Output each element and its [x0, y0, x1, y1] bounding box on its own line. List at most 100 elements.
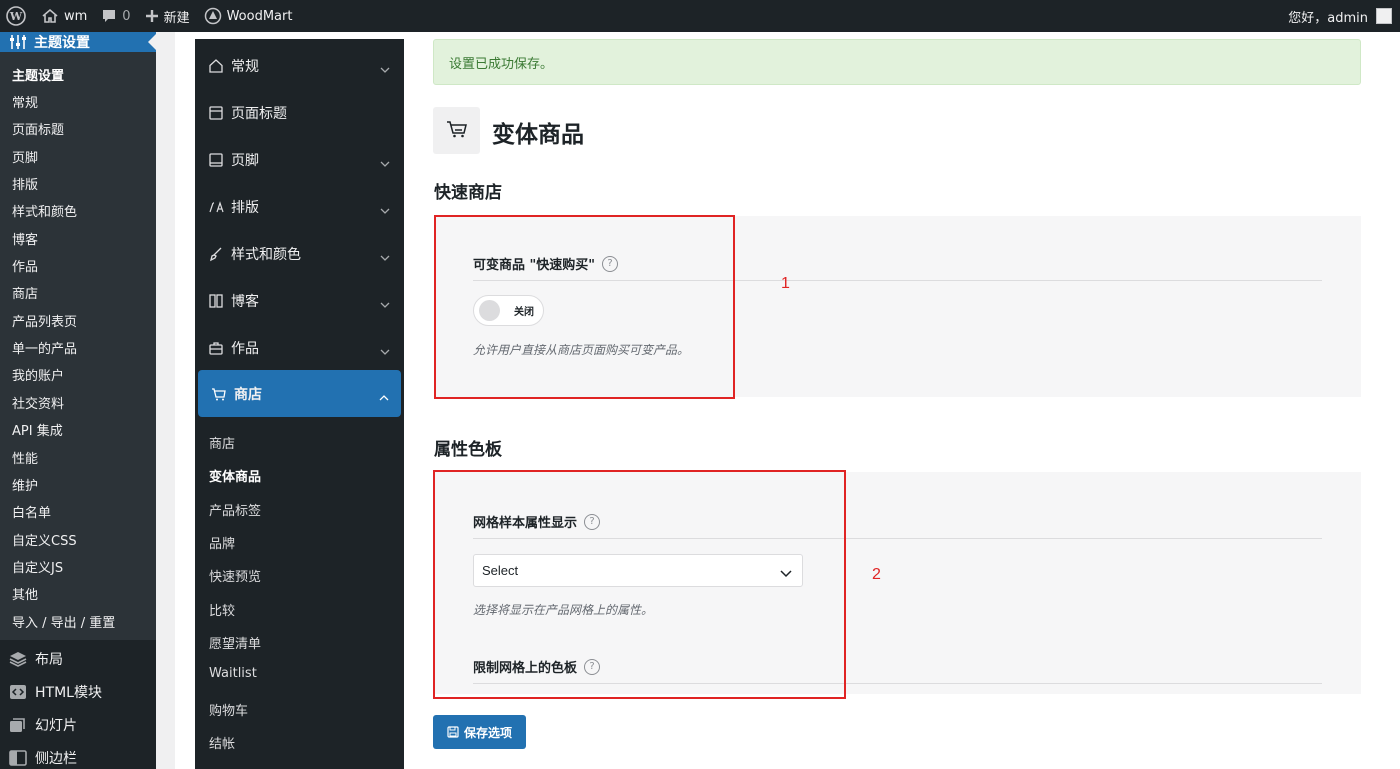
shop-sub-item[interactable]: 购物车: [209, 700, 248, 719]
menu-item-slides[interactable]: 幻灯片: [0, 710, 156, 740]
page-title-icon-box: [433, 107, 480, 154]
submenu-item[interactable]: 白名单: [12, 502, 51, 521]
opt-item-styles-colors[interactable]: 样式和颜色: [195, 230, 404, 277]
menu-current-label: 主题设置: [34, 35, 90, 51]
woodmart-label: WoodMart: [226, 8, 293, 24]
page-title-icon: [208, 105, 224, 121]
new-content-link[interactable]: 新建: [138, 0, 197, 32]
sidebar-icon: [9, 749, 27, 767]
shop-sub-item[interactable]: 产品标签: [209, 500, 261, 519]
opt-item-label: 页脚: [231, 152, 259, 169]
comments-link[interactable]: 0: [94, 0, 137, 32]
opt-item-footer[interactable]: 页脚: [195, 136, 404, 183]
cart-icon: [446, 119, 468, 143]
woodmart-link[interactable]: WoodMart: [197, 0, 300, 32]
opt-item-typography[interactable]: 排版: [195, 183, 404, 230]
wp-submenu: 主题设置 常规 页面标题 页脚 排版 样式和颜色 博客 作品 商店 产品列表页 …: [0, 52, 156, 640]
menu-item-label: 侧边栏: [35, 751, 77, 767]
plus-icon: [145, 9, 159, 23]
comments-count: 0: [122, 8, 131, 24]
submenu-item[interactable]: API 集成: [12, 420, 63, 439]
menu-item-sidebars[interactable]: 侧边栏: [0, 743, 156, 769]
shop-sub-item[interactable]: Waitlist: [209, 666, 257, 681]
submenu-item[interactable]: 主题设置: [12, 65, 64, 84]
typography-icon: [208, 199, 224, 215]
menu-item-label: HTML模块: [35, 685, 102, 701]
submenu-item[interactable]: 导入 / 导出 / 重置: [12, 612, 115, 631]
chevron-up-icon: [379, 389, 389, 405]
annotation-label-1: 1: [781, 275, 790, 292]
layers-icon: [9, 650, 27, 668]
submenu-item[interactable]: 产品列表页: [12, 311, 77, 330]
menu-theme-settings[interactable]: 主题设置: [0, 32, 156, 52]
shop-sub-item[interactable]: 品牌: [209, 533, 235, 552]
save-options-button[interactable]: 保存选项: [433, 715, 526, 749]
submenu-item[interactable]: 单一的产品: [12, 338, 77, 357]
cart-icon: [211, 386, 227, 402]
opt-item-general[interactable]: 常规: [195, 42, 404, 89]
opt-item-label: 商店: [234, 386, 262, 403]
new-label: 新建: [163, 10, 190, 26]
brush-icon: [208, 246, 224, 262]
submenu-item[interactable]: 商店: [12, 283, 38, 302]
opt-item-portfolio[interactable]: 作品: [195, 324, 404, 371]
menu-item-label: 布局: [35, 652, 63, 668]
opt-item-label: 常规: [231, 58, 259, 75]
shop-sub-item[interactable]: 比较: [209, 600, 235, 619]
wp-admin-menu: 主题设置 主题设置 常规 页面标题 页脚 排版 样式和颜色 博客 作品 商店 产…: [0, 32, 156, 769]
menu-item-label: 幻灯片: [35, 718, 77, 734]
opt-item-label: 样式和颜色: [231, 246, 301, 263]
portfolio-icon: [208, 340, 224, 356]
footer-icon: [208, 152, 224, 168]
wordpress-logo-icon[interactable]: W: [0, 0, 34, 32]
opt-item-label: 排版: [231, 199, 259, 216]
menu-item-layout[interactable]: 布局: [0, 644, 156, 674]
options-nav: 常规 页面标题 页脚 排版 样式和颜色 博客 作品 商店 商店 变体商品 产品标…: [195, 39, 404, 769]
opt-item-shop[interactable]: 商店: [198, 370, 401, 417]
home-icon: [41, 8, 59, 24]
notice-text: 设置已成功保存。: [449, 56, 554, 72]
annotation-box-1: [434, 215, 735, 399]
submenu-item[interactable]: 作品: [12, 256, 38, 275]
my-account-link[interactable]: 您好，admin: [1281, 0, 1400, 32]
shop-sub-item[interactable]: 快速预览: [209, 566, 261, 585]
admin-bar: W wm 0 新建 WoodMart 您好，admin: [0, 0, 1400, 32]
submenu-item[interactable]: 我的账户: [12, 365, 64, 384]
shop-sub-item[interactable]: 结帐: [209, 733, 235, 752]
submenu-item[interactable]: 其他: [12, 584, 38, 603]
page-title: 变体商品: [492, 122, 584, 148]
avatar: [1376, 8, 1392, 24]
submenu-item[interactable]: 排版: [12, 174, 38, 193]
submenu-item[interactable]: 页面标题: [12, 119, 64, 138]
opt-item-blog[interactable]: 博客: [195, 277, 404, 324]
menu-item-html-blocks[interactable]: HTML模块: [0, 677, 156, 707]
submenu-item[interactable]: 自定义CSS: [12, 530, 77, 549]
opt-item-label: 作品: [231, 340, 259, 357]
submenu-item[interactable]: 性能: [12, 448, 38, 467]
submenu-item[interactable]: 社交资料: [12, 393, 64, 412]
submenu-item[interactable]: 博客: [12, 229, 38, 248]
submenu-item[interactable]: 样式和颜色: [12, 201, 77, 220]
success-notice: 设置已成功保存。: [433, 39, 1361, 85]
shop-sub-item[interactable]: 愿望清单: [209, 633, 261, 652]
annotation-box-2: [433, 470, 846, 699]
submenu-item[interactable]: 自定义JS: [12, 557, 63, 576]
opt-item-label: 博客: [231, 293, 259, 310]
section-title-swatches: 属性色板: [434, 440, 502, 460]
site-link[interactable]: wm: [34, 0, 94, 32]
chevron-down-icon: [380, 61, 390, 77]
comment-icon: [101, 8, 117, 24]
shop-sub-item-active[interactable]: 变体商品: [209, 466, 261, 485]
svg-text:W: W: [9, 10, 23, 23]
shop-sub-item[interactable]: 商店: [209, 433, 235, 452]
submenu-item[interactable]: 页脚: [12, 147, 38, 166]
current-arrow: [148, 34, 156, 50]
submenu-item[interactable]: 常规: [12, 92, 38, 111]
chevron-down-icon: [380, 343, 390, 359]
opt-item-page-title[interactable]: 页面标题: [195, 89, 404, 136]
chevron-down-icon: [380, 155, 390, 171]
submenu-item[interactable]: 维护: [12, 475, 38, 494]
sliders-icon: [9, 35, 27, 49]
greeting: 您好，admin: [1288, 10, 1368, 26]
slides-icon: [9, 716, 27, 734]
